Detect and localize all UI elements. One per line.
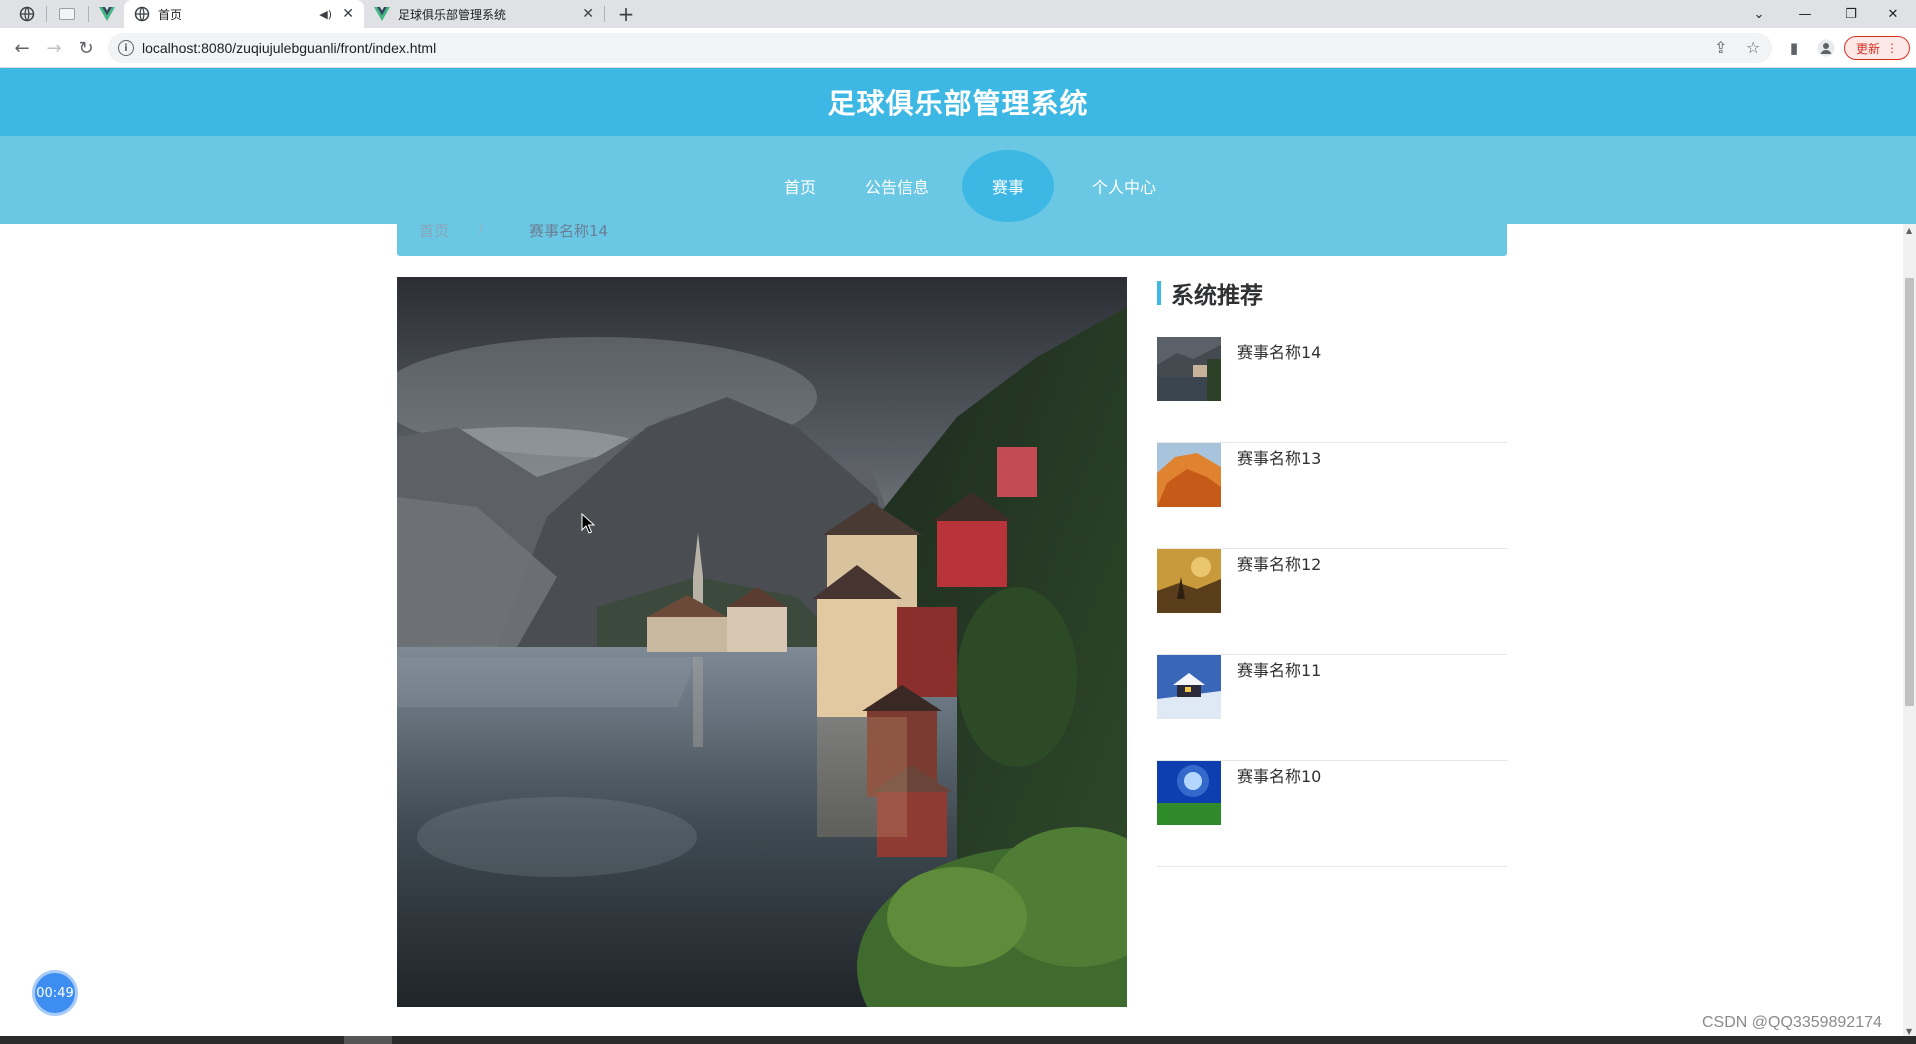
list-item[interactable]: 赛事名称13 [1157, 443, 1507, 549]
url-text[interactable]: localhost:8080/zuqiujulebguanli/front/in… [142, 40, 436, 56]
browser-tab-bar: 首页 ◀) ✕ 足球俱乐部管理系统 ✕ + ⌄ — ❐ ✕ [0, 0, 1916, 28]
thumbnail-image[interactable] [1157, 443, 1221, 507]
pinned-tab-vue[interactable] [92, 2, 122, 26]
minimize-icon[interactable]: — [1782, 0, 1828, 28]
page-scrollbar[interactable]: ▲ ▼ [1903, 224, 1916, 1036]
forward-icon[interactable]: → [42, 36, 66, 60]
nav-label: 公告信息 [864, 178, 929, 197]
list-item-name[interactable]: 赛事名称13 [1237, 445, 1321, 469]
list-item[interactable]: 赛事名称10 [1157, 761, 1507, 867]
breadcrumb: 首页 / 赛事名称14 [397, 224, 1507, 256]
tab-separator [604, 6, 605, 22]
scrollbar-thumb[interactable] [1905, 278, 1914, 706]
breadcrumb-home[interactable]: 首页 [419, 224, 449, 241]
recording-timer-badge[interactable]: 00:49 [32, 970, 78, 1016]
tab-club-system[interactable]: 足球俱乐部管理系统 ✕ [364, 0, 604, 28]
speaker-icon[interactable]: ◀) [319, 8, 332, 21]
sidebar-header: 系统推荐 [1157, 277, 1507, 309]
nav-label: 赛事 [991, 178, 1024, 197]
breadcrumb-separator: / [479, 224, 484, 236]
site-info-icon[interactable]: i [118, 40, 134, 56]
nav-announcements[interactable]: 公告信息 [852, 150, 942, 222]
tab-separator [46, 6, 47, 22]
nav-home[interactable]: 首页 [760, 150, 840, 222]
nav-matches[interactable]: 赛事 [962, 150, 1054, 222]
close-icon[interactable]: ✕ [582, 6, 594, 22]
update-label: 更新 [1855, 41, 1880, 56]
update-button[interactable]: 更新 ⋮ [1844, 36, 1910, 60]
list-item[interactable]: 赛事名称14 [1157, 337, 1507, 443]
tab-search-icon[interactable]: ⌄ [1736, 0, 1782, 28]
taskbar-strip [0, 1036, 1916, 1044]
blue-sky-field-thumb [1157, 761, 1221, 825]
site-header: 足球俱乐部管理系统 [0, 68, 1916, 136]
address-toolbar: ← → ↻ i localhost:8080/zuqiujulebguanli/… [0, 28, 1916, 68]
lake-village-photo [397, 277, 1127, 1007]
scroll-down-icon[interactable]: ▼ [1906, 1027, 1912, 1036]
thumbnail-image[interactable] [1157, 549, 1221, 613]
list-item[interactable]: 赛事名称11 [1157, 655, 1507, 761]
thumbnail-image[interactable] [1157, 337, 1221, 401]
nav-label: 个人中心 [1091, 178, 1156, 197]
recommend-list: 赛事名称14 赛事名称13 赛事名称12 赛事名称11 赛事名称10 [1157, 337, 1507, 867]
list-item-name[interactable]: 赛事名称12 [1237, 551, 1321, 575]
bookmark-star-icon[interactable]: ☆ [1746, 38, 1760, 57]
tab-separator [88, 6, 89, 22]
close-icon[interactable]: ✕ [342, 6, 354, 22]
nav-label: 首页 [783, 178, 816, 197]
vue-logo-icon [374, 7, 390, 21]
pinned-tab-blank[interactable] [52, 2, 82, 26]
more-menu-icon: ⋮ [1886, 41, 1898, 55]
profile-icon[interactable] [1816, 38, 1836, 58]
watermark: CSDN @QQ3359892174 [1702, 1014, 1882, 1031]
golden-landscape-thumb [1157, 549, 1221, 613]
back-icon[interactable]: ← [10, 36, 34, 60]
list-item-name[interactable]: 赛事名称14 [1237, 339, 1321, 363]
close-window-icon[interactable]: ✕ [1870, 0, 1916, 28]
blank-page-icon [59, 8, 75, 20]
site-title: 足球俱乐部管理系统 [827, 88, 1089, 119]
globe-icon [134, 6, 150, 22]
main-nav: 首页 公告信息 赛事 个人中心 [0, 136, 1916, 224]
new-tab-button[interactable]: + [612, 2, 640, 26]
avatar-icon [1817, 39, 1835, 57]
lake-village-thumb [1157, 337, 1221, 401]
tab-home[interactable]: 首页 ◀) ✕ [124, 0, 364, 28]
pinned-tab-globe[interactable] [12, 2, 42, 26]
orange-rock-thumb [1157, 443, 1221, 507]
reload-icon[interactable]: ↻ [74, 36, 98, 60]
taskbar-segment [344, 1036, 392, 1044]
tab-title: 足球俱乐部管理系统 [398, 7, 507, 22]
restore-icon[interactable]: ❐ [1828, 0, 1874, 28]
list-item[interactable]: 赛事名称12 [1157, 549, 1507, 655]
globe-icon [19, 6, 35, 22]
tab-title: 首页 [158, 7, 183, 22]
list-item-name[interactable]: 赛事名称11 [1237, 657, 1321, 681]
list-item-name[interactable]: 赛事名称10 [1237, 763, 1321, 787]
thumbnail-image[interactable] [1157, 655, 1221, 719]
snow-cabin-thumb [1157, 655, 1221, 719]
share-icon[interactable]: ⇪ [1714, 38, 1727, 57]
breadcrumb-current: 赛事名称14 [529, 224, 609, 240]
nav-personal-center[interactable]: 个人中心 [1076, 150, 1172, 222]
thumbnail-image[interactable] [1157, 761, 1221, 825]
mouse-cursor-icon [581, 513, 595, 534]
recommend-sidebar: 系统推荐 赛事名称14 赛事名称13 赛事名称12 赛事名称11 赛事名称10 [1157, 277, 1507, 867]
timer-text: 00:49 [36, 985, 74, 1001]
side-panel-icon[interactable]: ▮ [1784, 38, 1804, 58]
vue-logo-icon [99, 7, 115, 21]
match-main-image [397, 277, 1127, 1007]
sidebar-title: 系统推荐 [1171, 282, 1263, 308]
title-accent-bar [1157, 281, 1161, 305]
address-bar[interactable]: i localhost:8080/zuqiujulebguanli/front/… [108, 33, 1772, 63]
scroll-up-icon[interactable]: ▲ [1906, 226, 1912, 235]
